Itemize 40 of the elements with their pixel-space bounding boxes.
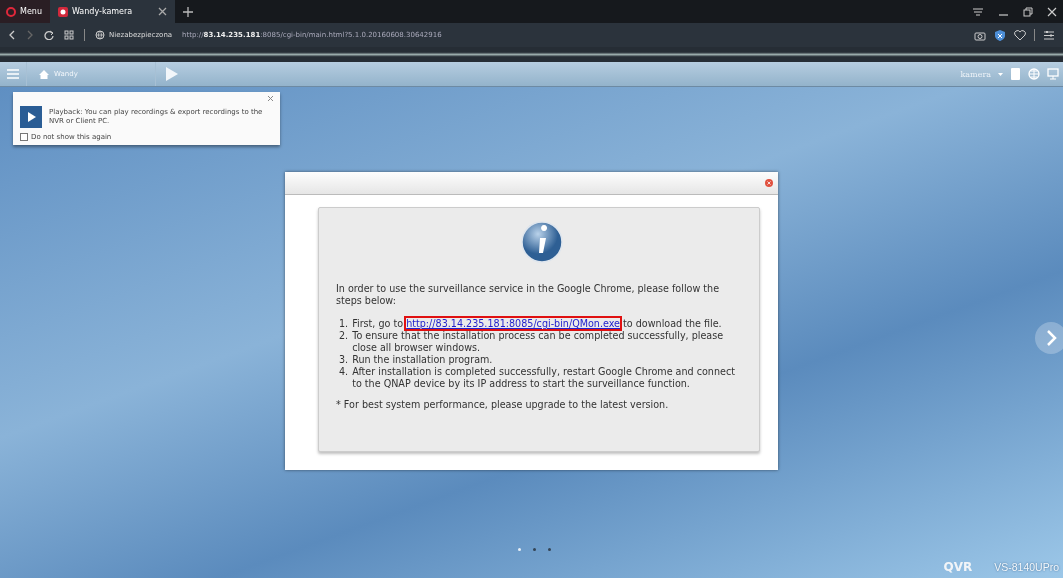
- page-dot[interactable]: [518, 548, 521, 551]
- step-number: 1.: [339, 318, 349, 330]
- step-number: 4.: [339, 366, 349, 379]
- globe-icon[interactable]: [1028, 68, 1040, 80]
- step-text: To ensure that the installation process can be completed successfully, please close all browser windows.: [352, 330, 725, 354]
- filter-icon[interactable]: [972, 6, 984, 17]
- camera-icon[interactable]: [974, 29, 986, 41]
- globe-icon: [95, 30, 105, 40]
- model-name: VS-8140UPro: [994, 561, 1059, 573]
- menu-button[interactable]: Menu: [0, 0, 50, 23]
- note-text: * For best system performance, please upgrade to the latest version.: [336, 399, 670, 411]
- restore-icon[interactable]: [1023, 6, 1033, 17]
- step-text: First, go to http://83.14.235.181:8085/cgi-bin/QMon.exe to download the file.: [352, 318, 722, 330]
- checkbox[interactable]: [20, 133, 28, 141]
- browser-tab[interactable]: Wandy-kamera: [49, 0, 175, 23]
- back-icon[interactable]: [8, 30, 16, 40]
- camera-app-icon: [57, 6, 68, 17]
- step-text: Run the installation program.: [352, 354, 493, 366]
- plus-icon[interactable]: [182, 6, 193, 17]
- reload-icon[interactable]: [44, 30, 54, 40]
- intro-text: In order to use the surveillance service in the Google Chrome, please follow the steps below:: [336, 283, 721, 307]
- step-number: 2.: [339, 330, 349, 343]
- info-icon: [520, 221, 563, 263]
- heart-icon[interactable]: [1014, 29, 1026, 41]
- step-number: 3.: [339, 354, 349, 366]
- page-dot[interactable]: [548, 548, 551, 551]
- close-icon[interactable]: [157, 7, 167, 16]
- play-tile-icon: [20, 106, 42, 128]
- shield-icon[interactable]: [994, 29, 1006, 41]
- home-icon: [39, 69, 49, 79]
- forward-icon[interactable]: [26, 30, 34, 40]
- close-icon[interactable]: [1047, 6, 1057, 17]
- opera-logo-icon: [6, 6, 16, 17]
- page-dot[interactable]: [533, 548, 536, 551]
- sliders-icon[interactable]: [1043, 29, 1055, 41]
- download-link[interactable]: http://83.14.235.181:8085/cgi-bin/QMon.exe: [406, 318, 621, 329]
- grid-icon[interactable]: [64, 30, 74, 40]
- chevron-right-icon[interactable]: [1035, 322, 1063, 354]
- brand-logo: QVR: [943, 560, 973, 574]
- step-text: After installation is completed successfully, restart Google Chrome and connect to the QNAP device by its IP address to start the surveillance function.: [352, 366, 736, 390]
